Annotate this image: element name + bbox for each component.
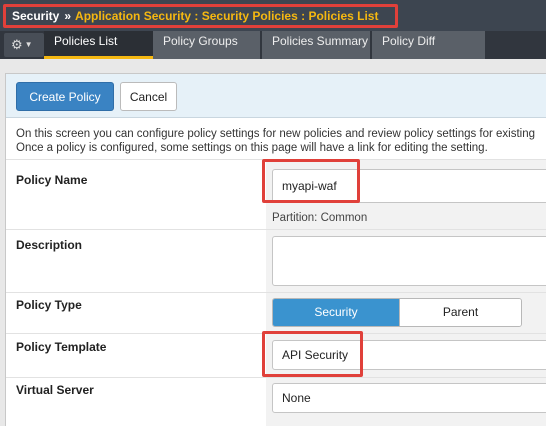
policy-template-highlight: [262, 331, 363, 377]
virtual-server-label: Virtual Server: [16, 383, 94, 397]
title-bar: Security» Application Security : Security…: [0, 0, 546, 31]
policy-name-highlight: [262, 159, 360, 203]
policy-name-label: Policy Name: [16, 173, 88, 187]
partition-note: Partition: Common: [272, 212, 368, 224]
action-bar: Create Policy Cancel: [6, 74, 546, 118]
breadcrumb-highlight: [3, 4, 398, 28]
tab-label: Policies Summary: [272, 34, 369, 48]
gear-menu-button[interactable]: ⚙ ▼: [4, 33, 44, 57]
row-divider: [6, 229, 546, 230]
policy-type-security-option[interactable]: Security: [273, 299, 399, 326]
gear-icon: ⚙: [11, 37, 23, 52]
tab-policy-groups[interactable]: Policy Groups: [153, 31, 260, 59]
chevron-down-icon: ▼: [24, 40, 33, 49]
intro-text: On this screen you can configure policy …: [16, 127, 546, 155]
intro-line-1: On this screen you can configure policy …: [16, 128, 536, 140]
policy-type-label: Policy Type: [16, 298, 82, 312]
intro-line-2: Once a policy is configured, some settin…: [16, 142, 488, 154]
tab-policies-summary[interactable]: Policies Summary: [262, 31, 370, 59]
tab-label: Policies List: [54, 34, 118, 48]
policy-template-label: Policy Template: [16, 340, 107, 354]
policy-type-toggle[interactable]: Security Parent: [272, 298, 522, 327]
tab-label: Policy Groups: [163, 34, 238, 48]
cancel-button[interactable]: Cancel: [120, 82, 177, 111]
tab-bar: ⚙ ▼ Policies List Policy Groups Policies …: [0, 31, 546, 59]
tab-policies-list[interactable]: Policies List: [44, 31, 153, 59]
description-textarea[interactable]: [272, 236, 546, 286]
row-divider: [6, 292, 546, 293]
create-policy-button[interactable]: Create Policy: [16, 82, 114, 111]
row-divider: [6, 377, 546, 378]
description-label: Description: [16, 238, 83, 252]
tab-policy-diff[interactable]: Policy Diff: [372, 31, 485, 59]
policy-type-parent-option[interactable]: Parent: [399, 299, 521, 326]
tab-label: Policy Diff: [382, 34, 436, 48]
content-panel: Create Policy Cancel On this screen you …: [5, 73, 546, 426]
virtual-server-select[interactable]: None: [272, 383, 546, 413]
